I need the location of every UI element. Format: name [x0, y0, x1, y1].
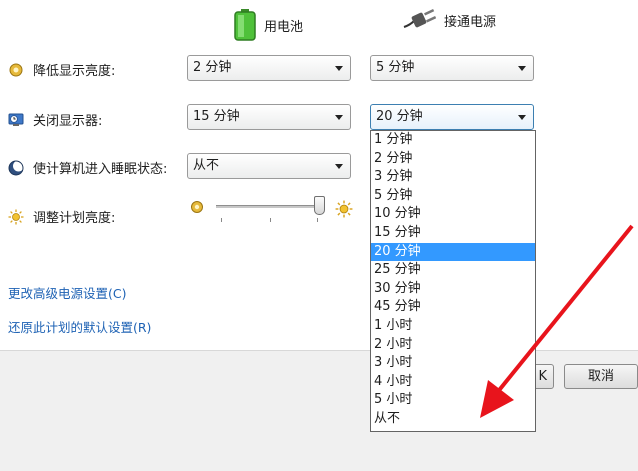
dropdown-option[interactable]: 5 分钟 [371, 187, 535, 206]
dim-display-row-label: 降低显示亮度: [8, 60, 115, 79]
brightness-slider[interactable] [213, 196, 327, 226]
red-arrow-annotation [480, 224, 634, 418]
battery-column-label: 用电池 [264, 19, 304, 35]
chevron-down-icon [518, 115, 526, 120]
plugged-column-label: 接通电源 [444, 14, 497, 30]
dim-display-plugged-select[interactable]: 5 分钟 [370, 55, 534, 81]
dropdown-option[interactable]: 1 分钟 [371, 131, 535, 150]
chevron-down-icon [335, 115, 343, 120]
brightness-high-icon [335, 200, 353, 218]
sleep-row-label: 使计算机进入睡眠状态: [8, 158, 167, 177]
chevron-down-icon [518, 66, 526, 71]
sleep-battery-select[interactable]: 从不 [187, 153, 351, 179]
turn-off-display-plugged-select[interactable]: 20 分钟 [370, 104, 534, 130]
battery-icon [234, 9, 256, 41]
plugged-column-header: 接通电源 [402, 9, 496, 31]
brightness-row-label: 调整计划亮度: [8, 207, 115, 226]
restore-defaults-link[interactable]: 还原此计划的默认设置(R) [8, 317, 151, 336]
chevron-down-icon [335, 66, 343, 71]
dim-display-battery-select[interactable]: 2 分钟 [187, 55, 351, 81]
sun-icon [8, 209, 24, 224]
slider-tick [221, 218, 222, 222]
dim-brightness-icon [9, 63, 23, 76]
turn-off-display-battery-select[interactable]: 15 分钟 [187, 104, 351, 130]
monitor-clock-icon [8, 113, 24, 126]
chevron-down-icon [335, 164, 343, 169]
dropdown-option[interactable]: 3 分钟 [371, 168, 535, 187]
turn-off-display-row-label: 关闭显示器: [8, 110, 102, 129]
slider-thumb[interactable] [314, 196, 325, 215]
dropdown-option[interactable]: 2 分钟 [371, 150, 535, 169]
brightness-low-icon [191, 201, 203, 213]
advanced-power-settings-link[interactable]: 更改高级电源设置(C) [8, 283, 126, 302]
moon-icon [8, 160, 24, 175]
battery-column-header: 用电池 [234, 9, 303, 41]
slider-tick [270, 218, 271, 222]
power-plug-icon [403, 9, 436, 28]
slider-tick [317, 218, 318, 222]
